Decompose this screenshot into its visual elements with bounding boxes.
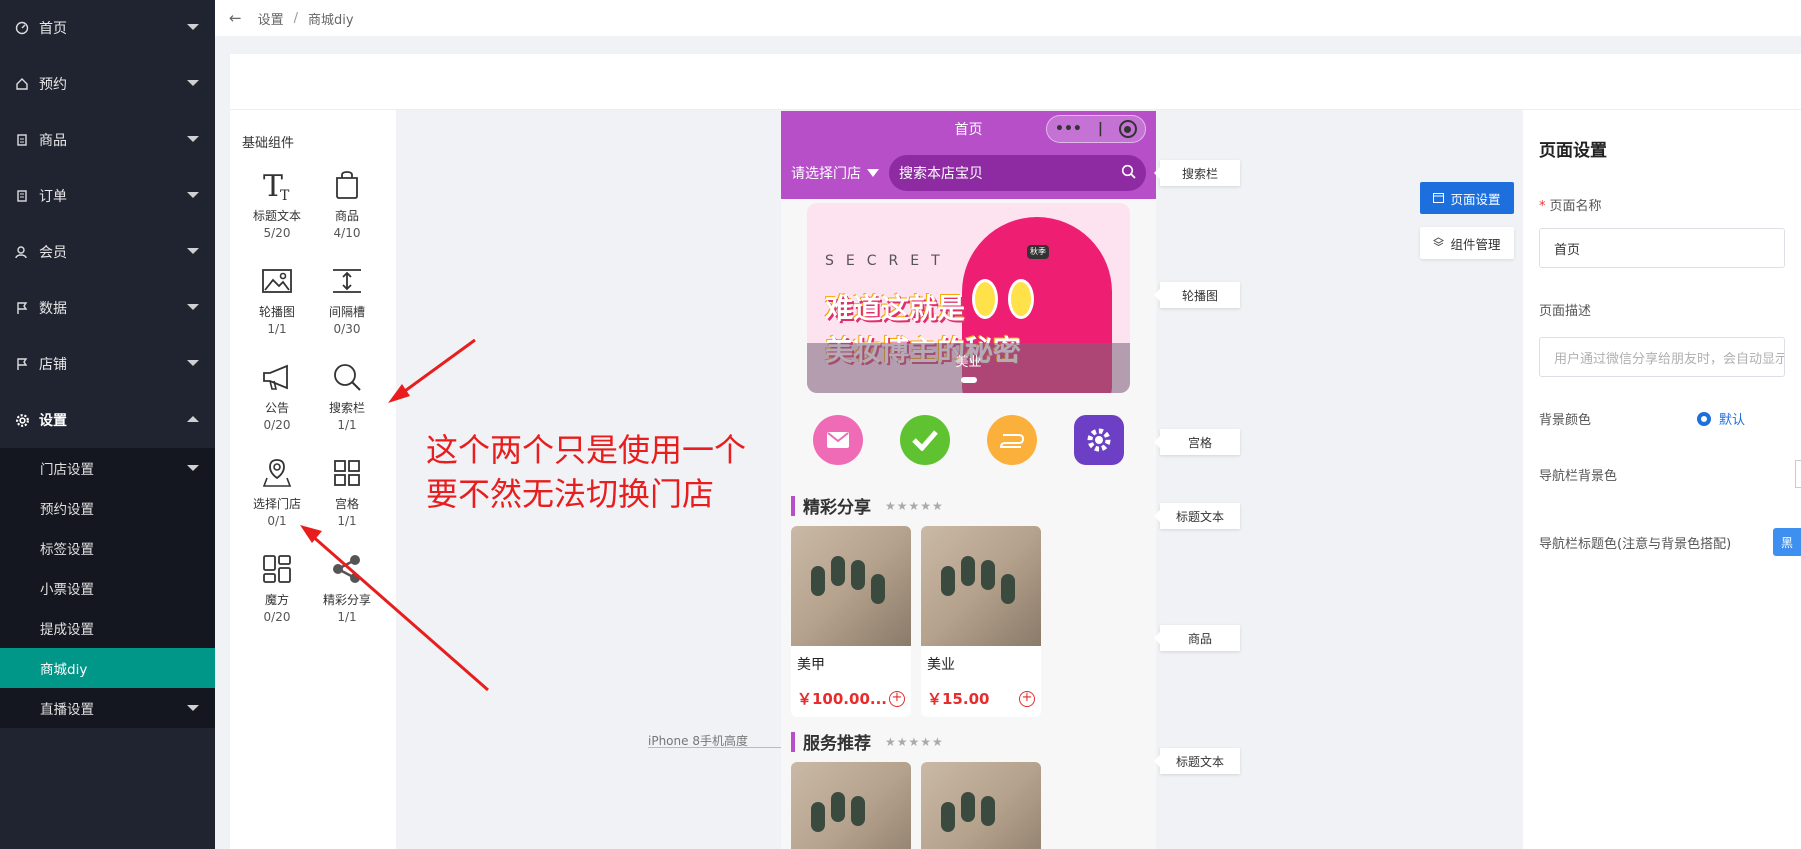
annotation-line-2: 要不然无法切换门店: [426, 475, 715, 513]
annotation-line-1: 这个两个只是使用一个: [426, 431, 747, 469]
annotation-note: 这个两个只是使用一个 要不然无法切换门店: [426, 428, 746, 516]
annotation-arrows: [300, 338, 489, 692]
